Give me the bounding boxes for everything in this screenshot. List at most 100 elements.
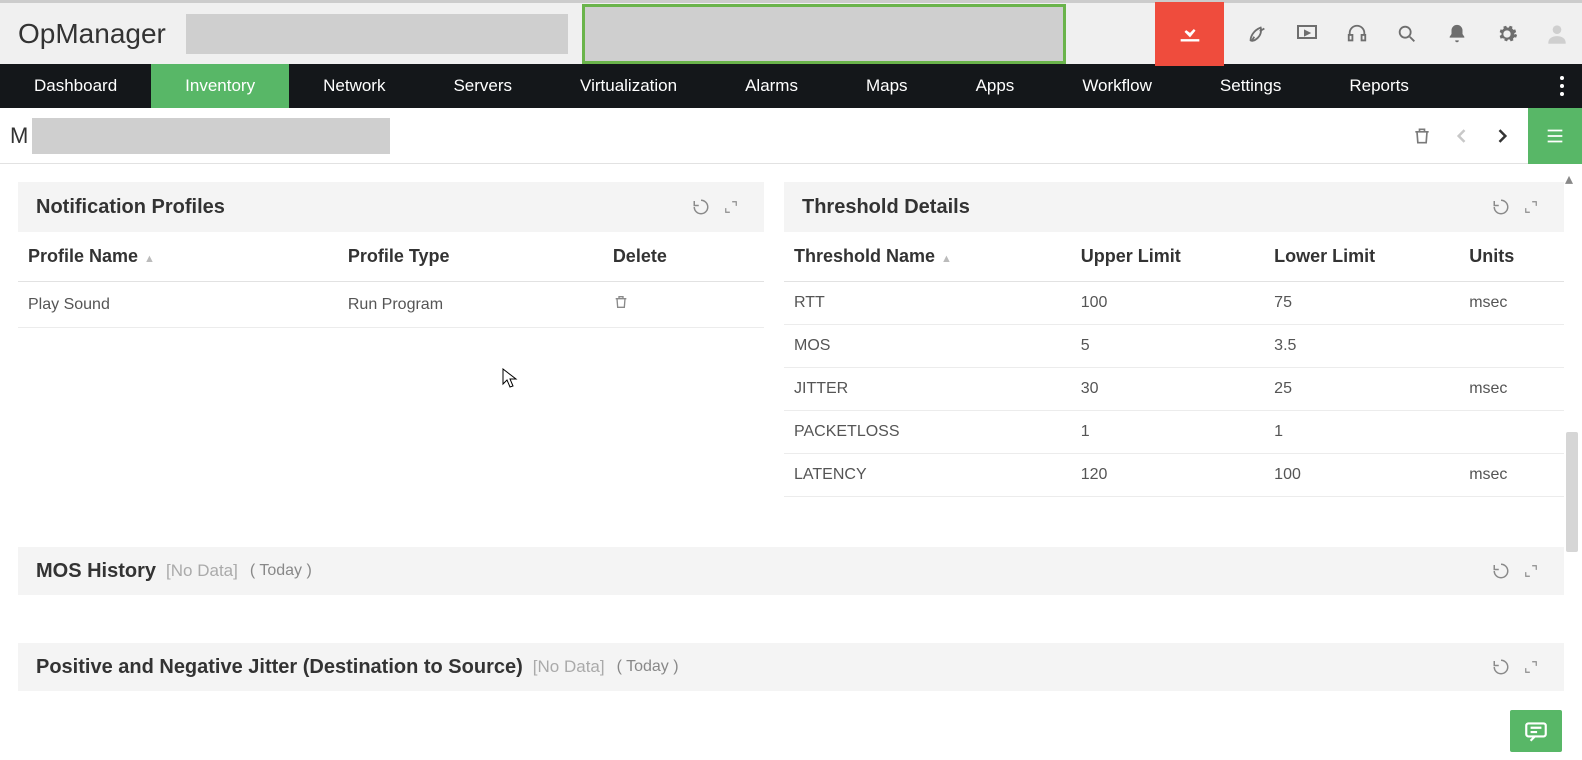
scroll-up-icon[interactable]: ▴ bbox=[1560, 170, 1578, 188]
col-lower-limit[interactable]: Lower Limit bbox=[1264, 232, 1459, 282]
presentation-icon[interactable] bbox=[1282, 2, 1332, 66]
nav-item-settings[interactable]: Settings bbox=[1186, 64, 1315, 108]
cell-threshold-name: JITTER bbox=[784, 368, 1071, 411]
jitter-panel-nodata: [No Data] bbox=[533, 657, 605, 677]
top-placeholder-1 bbox=[186, 14, 568, 54]
cell-threshold-name: PACKETLOSS bbox=[784, 411, 1071, 454]
threshold-details-panel: Threshold Details Threshold Name▲ Upper … bbox=[784, 182, 1564, 497]
help-chat-button[interactable] bbox=[1510, 710, 1562, 752]
nav-item-servers[interactable]: Servers bbox=[419, 64, 546, 108]
cell-units: msec bbox=[1459, 454, 1564, 497]
refresh-button[interactable] bbox=[1486, 652, 1516, 682]
cell-upper-limit: 100 bbox=[1071, 282, 1264, 325]
nav-item-reports[interactable]: Reports bbox=[1315, 64, 1443, 108]
scrollbar-thumb[interactable] bbox=[1566, 432, 1578, 552]
table-row[interactable]: JITTER3025msec bbox=[784, 368, 1564, 411]
cell-threshold-name: LATENCY bbox=[784, 454, 1071, 497]
cell-upper-limit: 120 bbox=[1071, 454, 1264, 497]
notification-profiles-header: Notification Profiles bbox=[18, 182, 764, 232]
notification-profiles-panel: Notification Profiles Profile Name▲ Prof… bbox=[18, 182, 764, 497]
table-row[interactable]: MOS53.5 bbox=[784, 325, 1564, 368]
threshold-details-table: Threshold Name▲ Upper Limit Lower Limit … bbox=[784, 232, 1564, 497]
table-row[interactable]: PACKETLOSS11 bbox=[784, 411, 1564, 454]
search-icon[interactable] bbox=[1382, 2, 1432, 66]
refresh-button[interactable] bbox=[1486, 192, 1516, 222]
rocket-icon[interactable] bbox=[1232, 2, 1282, 66]
nav-item-alarms[interactable]: Alarms bbox=[711, 64, 832, 108]
bell-icon[interactable] bbox=[1432, 2, 1482, 66]
mos-history-nodata: [No Data] bbox=[166, 561, 238, 581]
nav-item-maps[interactable]: Maps bbox=[832, 64, 942, 108]
cell-profile-type: Run Program bbox=[338, 282, 603, 328]
cell-upper-limit: 1 bbox=[1071, 411, 1264, 454]
nav-item-dashboard[interactable]: Dashboard bbox=[0, 64, 151, 108]
threshold-details-title: Threshold Details bbox=[802, 196, 970, 219]
side-panel-toggle[interactable] bbox=[1528, 108, 1582, 164]
cell-upper-limit: 5 bbox=[1071, 325, 1264, 368]
expand-button[interactable] bbox=[1516, 652, 1546, 682]
nav-item-workflow[interactable]: Workflow bbox=[1048, 64, 1186, 108]
next-device-button[interactable] bbox=[1482, 116, 1522, 156]
top-icon-group bbox=[1232, 2, 1582, 66]
notification-profiles-table: Profile Name▲ Profile Type Delete Play S… bbox=[18, 232, 764, 328]
nav-item-virtualization[interactable]: Virtualization bbox=[546, 64, 711, 108]
mos-history-range[interactable]: ( Today ) bbox=[250, 562, 312, 580]
cell-lower-limit: 1 bbox=[1264, 411, 1459, 454]
app-logo: OpManager bbox=[0, 18, 186, 50]
breadcrumb-placeholder bbox=[32, 118, 390, 154]
table-row[interactable]: LATENCY120100msec bbox=[784, 454, 1564, 497]
nav-item-network[interactable]: Network bbox=[289, 64, 419, 108]
cell-upper-limit: 30 bbox=[1071, 368, 1264, 411]
table-row[interactable]: Play SoundRun Program bbox=[18, 282, 764, 328]
col-profile-type[interactable]: Profile Type bbox=[338, 232, 603, 282]
jitter-panel-title: Positive and Negative Jitter (Destinatio… bbox=[36, 656, 523, 679]
col-units[interactable]: Units bbox=[1459, 232, 1564, 282]
breadcrumb-prefix: M bbox=[0, 123, 28, 149]
mos-history-panel: MOS History [No Data] ( Today ) bbox=[18, 547, 1564, 595]
refresh-button[interactable] bbox=[1486, 556, 1516, 586]
content-area: Notification Profiles Profile Name▲ Prof… bbox=[0, 164, 1582, 497]
gear-icon[interactable] bbox=[1482, 2, 1532, 66]
nav-item-inventory[interactable]: Inventory bbox=[151, 64, 289, 108]
col-threshold-name[interactable]: Threshold Name▲ bbox=[784, 232, 1071, 282]
sort-indicator-icon: ▲ bbox=[144, 253, 155, 265]
threshold-details-header: Threshold Details bbox=[784, 182, 1564, 232]
col-upper-limit[interactable]: Upper Limit bbox=[1071, 232, 1264, 282]
cell-threshold-name: MOS bbox=[784, 325, 1071, 368]
table-row[interactable]: RTT10075msec bbox=[784, 282, 1564, 325]
avatar-icon[interactable] bbox=[1532, 2, 1582, 66]
expand-button[interactable] bbox=[716, 192, 746, 222]
prev-device-button bbox=[1442, 116, 1482, 156]
delete-device-button[interactable] bbox=[1402, 116, 1442, 156]
expand-button[interactable] bbox=[1516, 556, 1546, 586]
sub-header: M bbox=[0, 108, 1582, 164]
expand-button[interactable] bbox=[1516, 192, 1546, 222]
jitter-panel-range[interactable]: ( Today ) bbox=[617, 658, 679, 676]
nav-item-apps[interactable]: Apps bbox=[942, 64, 1049, 108]
cell-lower-limit: 3.5 bbox=[1264, 325, 1459, 368]
cell-lower-limit: 25 bbox=[1264, 368, 1459, 411]
headset-icon[interactable] bbox=[1332, 2, 1382, 66]
download-button[interactable] bbox=[1155, 2, 1224, 66]
top-bar: OpManager bbox=[0, 0, 1582, 64]
top-placeholder-2 bbox=[582, 4, 1066, 64]
cell-lower-limit: 75 bbox=[1264, 282, 1459, 325]
cell-threshold-name: RTT bbox=[784, 282, 1071, 325]
sort-indicator-icon: ▲ bbox=[941, 253, 952, 265]
col-profile-name[interactable]: Profile Name▲ bbox=[18, 232, 338, 282]
mos-history-title: MOS History bbox=[36, 560, 156, 583]
cell-units: msec bbox=[1459, 282, 1564, 325]
cell-units bbox=[1459, 411, 1564, 454]
delete-row-button[interactable] bbox=[613, 297, 629, 314]
refresh-button[interactable] bbox=[686, 192, 716, 222]
cell-profile-name: Play Sound bbox=[18, 282, 338, 328]
col-delete: Delete bbox=[603, 232, 764, 282]
cell-units: msec bbox=[1459, 368, 1564, 411]
download-icon bbox=[1176, 17, 1204, 50]
jitter-panel: Positive and Negative Jitter (Destinatio… bbox=[18, 643, 1564, 691]
nav-bar: DashboardInventoryNetworkServersVirtuali… bbox=[0, 64, 1582, 108]
cell-units bbox=[1459, 325, 1564, 368]
lower-panels: MOS History [No Data] ( Today ) Positive… bbox=[0, 547, 1582, 691]
nav-more-button[interactable] bbox=[1542, 64, 1582, 108]
cell-lower-limit: 100 bbox=[1264, 454, 1459, 497]
